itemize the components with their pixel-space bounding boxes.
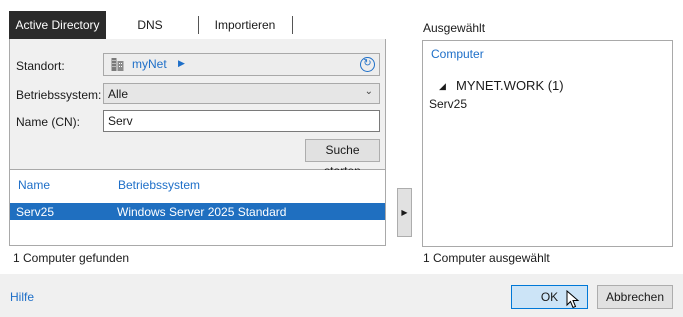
selected-column-header[interactable]: Computer xyxy=(431,47,484,61)
site-selector[interactable]: myNet ▶ ↻ xyxy=(103,53,380,76)
name-input[interactable] xyxy=(103,110,380,132)
tab-importieren[interactable]: Importieren xyxy=(200,11,290,39)
tree-domain-node[interactable]: MYNET.WORK (1) xyxy=(456,78,564,93)
tab-dns[interactable]: DNS xyxy=(110,11,190,39)
column-header-name[interactable]: Name xyxy=(18,178,50,192)
row-os: Windows Server 2025 Standard xyxy=(117,205,287,219)
found-status: 1 Computer gefunden xyxy=(13,251,130,265)
tree-item[interactable]: Serv25 xyxy=(429,97,467,111)
tab-active-directory[interactable]: Active Directory xyxy=(9,11,106,39)
add-selected-button[interactable]: ▶ xyxy=(397,188,412,237)
tab-separator xyxy=(198,16,199,34)
selected-title: Ausgewählt xyxy=(423,21,486,35)
search-button[interactable]: Suche starten xyxy=(305,139,380,178)
building-icon xyxy=(111,57,124,75)
table-row[interactable]: Serv25 Windows Server 2025 Standard xyxy=(10,203,385,220)
dialog-footer: Hilfe OK Abbrechen xyxy=(0,274,683,317)
help-link[interactable]: Hilfe xyxy=(10,290,34,304)
row-name: Serv25 xyxy=(16,205,55,219)
chevron-right-icon[interactable]: ▶ xyxy=(178,58,185,69)
column-header-os[interactable]: Betriebssystem xyxy=(118,178,200,192)
refresh-icon[interactable]: ↻ xyxy=(360,57,375,72)
site-label: Standort: xyxy=(16,59,65,73)
tree-expand-icon[interactable]: ◢ xyxy=(439,81,446,92)
os-select[interactable]: Alle ⌄ xyxy=(103,83,380,104)
cancel-button[interactable]: Abbrechen xyxy=(597,285,673,309)
name-label: Name (CN): xyxy=(16,115,81,129)
selected-panel[interactable]: Computer ◢ MYNET.WORK (1) Serv25 xyxy=(422,40,673,247)
results-list[interactable]: Name Betriebssystem Serv25 Windows Serve… xyxy=(9,170,386,246)
tab-separator xyxy=(292,16,293,34)
os-label: Betriebssystem: xyxy=(16,88,102,102)
os-select-value: Alle xyxy=(108,87,129,101)
chevron-down-icon: ⌄ xyxy=(364,86,373,97)
selected-status: 1 Computer ausgewählt xyxy=(423,251,550,265)
mouse-cursor-icon xyxy=(566,289,580,313)
site-name[interactable]: myNet xyxy=(132,57,167,71)
arrow-right-icon: ▶ xyxy=(401,208,408,217)
